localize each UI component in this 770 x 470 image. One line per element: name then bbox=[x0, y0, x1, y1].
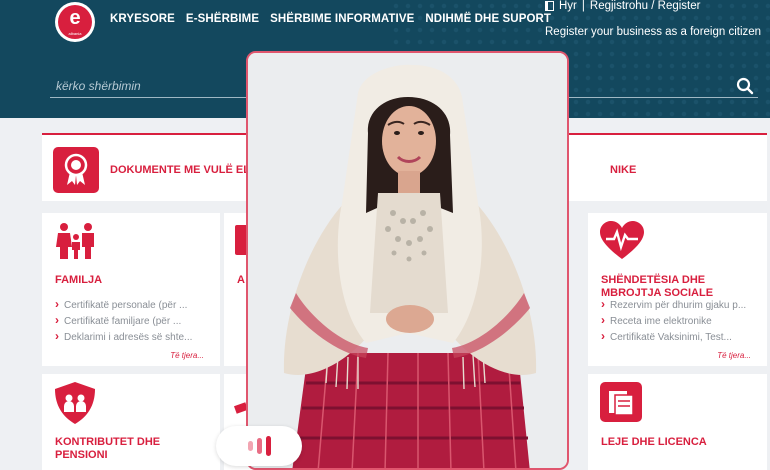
assistant-loading-pill[interactable] bbox=[216, 426, 302, 466]
nav-item-info-services[interactable]: SHËRBIME INFORMATIVE bbox=[270, 13, 414, 25]
card-title: A bbox=[237, 274, 245, 286]
family-icon bbox=[55, 221, 97, 266]
logo-mark: e albania bbox=[58, 5, 92, 39]
register-link[interactable]: Regjistrohu / Register bbox=[590, 0, 701, 12]
card-link[interactable]: Certifikatë Vaksinimi, Test... bbox=[601, 329, 746, 345]
category-card-permits[interactable]: LEJE DHE LICENCA bbox=[588, 374, 767, 470]
loading-bar bbox=[265, 436, 271, 456]
heart-pulse-icon bbox=[600, 221, 644, 266]
auth-separator: | bbox=[581, 0, 585, 12]
login-link[interactable]: Hyr bbox=[559, 0, 577, 12]
nav-item-help-support[interactable]: NDIHMË DHE SUPORT bbox=[425, 13, 551, 25]
license-card-icon bbox=[600, 382, 642, 427]
login-door-icon bbox=[545, 1, 554, 11]
search-icon[interactable] bbox=[736, 77, 754, 100]
e-albania-logo[interactable]: e albania bbox=[55, 2, 95, 42]
nav-item-home[interactable]: KRYESORE bbox=[110, 13, 175, 25]
card-link[interactable]: Rezervim për dhurim gjaku p... bbox=[601, 297, 746, 313]
nav-item-e-services[interactable]: E-SHËRBIME bbox=[186, 13, 259, 25]
category-card-health[interactable]: SHËNDETËSIA DHE MBROJTJA SOCIALE Rezervi… bbox=[588, 213, 767, 366]
card-link[interactable]: Deklarimi i adresës së shte... bbox=[55, 329, 192, 345]
category-card-contributions[interactable]: KONTRIBUTET DHE PENSIONI bbox=[42, 374, 220, 470]
loading-bar bbox=[247, 441, 253, 451]
logo-subtext: albania bbox=[68, 31, 82, 36]
banner-title: DOKUMENTE ME VULË EL bbox=[110, 164, 250, 176]
loading-bar bbox=[256, 438, 262, 454]
more-link[interactable]: Të tjera... bbox=[717, 351, 751, 360]
card-link[interactable]: Receta ime elektronike bbox=[601, 313, 746, 329]
auth-links: Hyr | Regjistrohu / Register bbox=[545, 0, 700, 12]
video-overlay[interactable] bbox=[246, 51, 569, 470]
card-title: LEJE DHE LICENCA bbox=[601, 436, 707, 448]
card-title: KONTRIBUTET DHE PENSIONI bbox=[55, 436, 161, 461]
banner-title-end: NIKE bbox=[610, 164, 637, 176]
category-card-family[interactable]: FAMILJA Certifikatë personale (për ... C… bbox=[42, 213, 220, 366]
logo-letter: e bbox=[69, 7, 81, 29]
family-shield-icon bbox=[55, 382, 95, 429]
award-ribbon-icon bbox=[53, 147, 99, 193]
card-title: FAMILJA bbox=[55, 274, 103, 286]
foreign-business-link[interactable]: Register your business as a foreign citi… bbox=[545, 26, 761, 38]
main-nav: KRYESORE E-SHËRBIME SHËRBIME INFORMATIVE… bbox=[110, 13, 551, 25]
card-links: Certifikatë personale (për ... Certifika… bbox=[55, 297, 192, 345]
card-link[interactable]: Certifikatë personale (për ... bbox=[55, 297, 192, 313]
card-links: Rezervim për dhurim gjaku p... Receta im… bbox=[601, 297, 746, 345]
more-link[interactable]: Të tjera... bbox=[170, 351, 204, 360]
card-link[interactable]: Certifikatë familjare (për ... bbox=[55, 313, 192, 329]
presenter-video-frame bbox=[248, 53, 567, 468]
